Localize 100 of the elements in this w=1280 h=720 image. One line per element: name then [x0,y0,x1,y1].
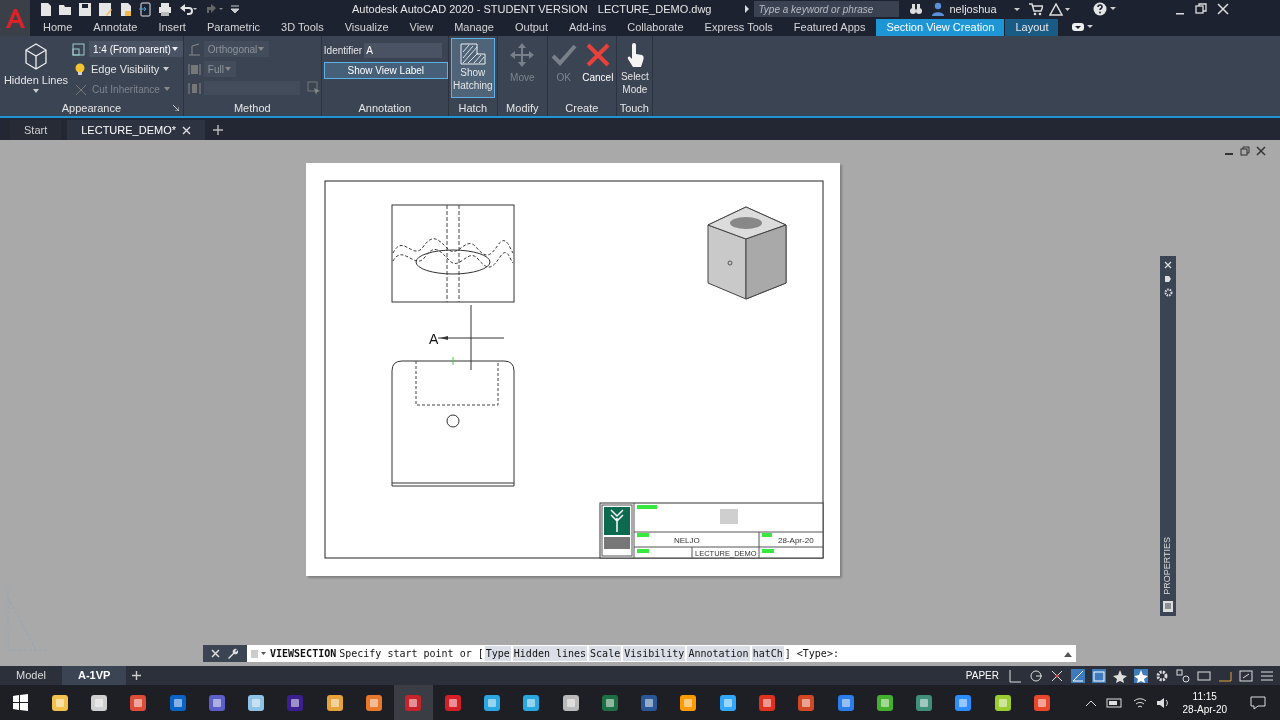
user-name[interactable]: neljoshua [949,0,997,18]
close-icon[interactable] [1164,261,1172,269]
ribbon-tab[interactable]: Express Tools [694,18,783,36]
command-name: VIEWSECTION [270,647,337,661]
clock-time[interactable]: 11:15 [1192,689,1217,703]
save-as-icon[interactable] [98,1,112,17]
title-block-tag [762,549,774,553]
customization-menu-icon[interactable] [1260,668,1274,683]
cube-icon [22,42,50,70]
object-snap-icon[interactable] [1050,668,1064,683]
scale-dropdown[interactable]: 1:4 (From parent) [89,41,183,57]
save-icon[interactable] [78,1,92,17]
settings-icon[interactable] [1163,288,1173,297]
ribbon-tab[interactable]: Featured Apps [783,18,876,36]
close-icon[interactable] [182,125,191,135]
show-hatching-button[interactable]: Show Hatching [450,38,495,98]
ribbon-tab[interactable]: Manage [444,18,504,36]
isolate-objects-icon[interactable] [1176,668,1190,683]
panel-title: Create [565,100,599,116]
search-field[interactable]: Type a keyword or phrase [754,1,900,17]
share-icon[interactable] [138,1,152,17]
annotation-visibility-icon[interactable] [1113,668,1127,683]
cart-icon[interactable] [1028,2,1043,16]
section-label: A [429,331,439,347]
command-option[interactable]: Visibility [623,646,686,661]
new-tab-plus-icon[interactable] [213,125,223,135]
paper-space-button[interactable]: PAPER [963,668,1001,683]
wifi-icon[interactable] [1132,696,1147,709]
clean-screen-icon[interactable] [1239,668,1253,683]
viewport-close-icon[interactable] [1256,146,1266,156]
sheet-tab[interactable]: A-1VP [61,666,127,685]
pick-point-icon[interactable] [306,81,321,95]
cut-inheritance-icon [74,82,88,96]
command-option[interactable]: Annotation [687,646,750,661]
ribbon-tab[interactable]: Collaborate [617,18,694,36]
user-icon[interactable] [931,2,946,16]
settings-icon[interactable] [1155,668,1169,683]
panel-title: Annotation [358,100,412,116]
title-block-field [720,509,738,524]
restore-icon[interactable] [1194,3,1207,15]
dropdown-caret-icon [33,88,39,93]
ribbon-tab[interactable]: Output [504,18,558,36]
panel-toggle-icon[interactable] [1071,22,1094,32]
ribbon-tab[interactable]: 3D Tools [271,18,334,36]
expand-arrow-icon[interactable] [744,5,751,13]
ribbon-tab[interactable]: Insert [148,18,196,36]
cancel-x-icon [584,42,611,68]
help-icon[interactable] [1092,2,1117,16]
show-view-label-button[interactable]: Show View Label [323,62,448,79]
viewport-scale-icon[interactable] [1092,668,1106,683]
undo-icon[interactable] [178,1,198,17]
new-file-icon[interactable] [38,1,52,17]
cancel-button[interactable]: Cancel [579,36,616,100]
model-space-tab[interactable]: Model [0,666,62,685]
expand-up-icon[interactable] [1064,650,1072,657]
palette-title[interactable]: PROPERTIES [1161,537,1175,595]
polar-tracking-icon[interactable] [1029,668,1043,683]
hardware-acceleration-icon[interactable] [1197,668,1211,683]
triangle-network-icon[interactable] [1048,2,1071,16]
projection-icon [187,42,201,56]
select-mode-button[interactable]: Select Mode [616,36,653,100]
ribbon-tab[interactable]: Annotate [83,18,148,36]
ribbon-tab[interactable]: View [399,18,444,36]
new-layout-plus-icon[interactable] [132,671,142,680]
palette-options-icon[interactable] [1164,275,1172,283]
identifier-field[interactable]: A [364,43,443,58]
command-history-icon[interactable] [251,648,267,659]
viewport-restore-icon[interactable] [1240,146,1250,156]
print-icon[interactable] [158,1,172,17]
customize-wrench-icon[interactable] [227,648,238,659]
close-icon[interactable] [211,649,220,658]
dropdown-caret-icon [170,46,179,52]
command-option[interactable]: hatCh [751,646,784,661]
ribbon-tab[interactable]: Parametric [196,18,271,36]
edge-visibility-button[interactable]: Edge Visibility [91,61,170,78]
command-option[interactable]: Hidden lines [512,646,588,661]
document-tab[interactable]: Start [10,120,62,140]
notifications-icon[interactable] [1250,695,1266,710]
speaker-icon[interactable] [1155,696,1170,709]
app-title: Autodesk AutoCAD 2020 - STUDENT VERSION [352,1,588,17]
isometric-drafting-icon[interactable] [1071,668,1085,683]
command-option[interactable]: Type [484,646,511,661]
dropdown-caret-icon[interactable] [1012,6,1021,12]
document-tab[interactable]: LECTURE_DEMO* [67,120,205,140]
close-icon[interactable] [1216,3,1229,15]
dialog-launcher-icon[interactable] [172,105,179,111]
auto-scale-icon[interactable] [1134,668,1148,683]
open-from-web-icon[interactable] [118,1,132,17]
ribbon-tab[interactable]: Visualize [334,18,399,36]
move-arrows-icon [509,42,536,68]
dropdown-caret-icon [163,67,170,72]
ribbon-tab[interactable]: Home [33,18,83,36]
clock-date[interactable]: 28-Apr-20 [1182,702,1227,716]
ribbon-tab[interactable]: Layout [1005,18,1059,36]
command-option[interactable]: Scale [589,646,622,661]
hidden-lines-button[interactable]: Hidden Lines [0,36,72,100]
binoculars-icon[interactable] [909,2,924,16]
ribbon-tab[interactable]: Add-ins [559,18,617,36]
battery-icon[interactable] [1105,696,1124,709]
snap-grid-icon[interactable] [1008,668,1022,683]
